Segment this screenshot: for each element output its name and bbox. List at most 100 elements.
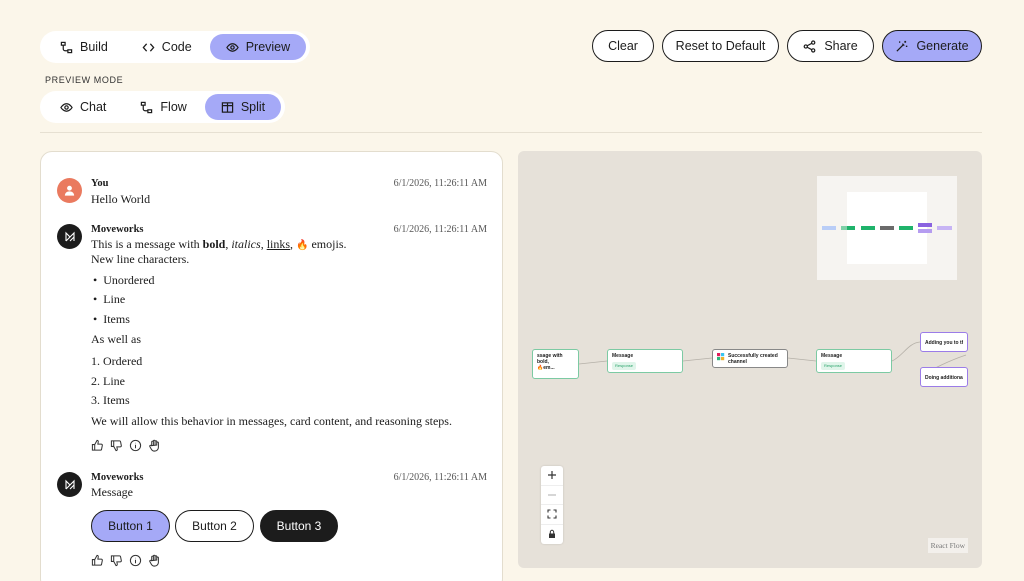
info-icon[interactable] [129,554,142,567]
thumbs-up-icon[interactable] [91,554,104,567]
header-divider [40,132,982,133]
lock-button[interactable] [541,525,563,545]
react-flow-attribution[interactable]: React Flow [927,538,968,553]
tab-code[interactable]: Code [126,34,208,60]
message-sender: Moveworks [91,224,144,235]
message-timestamp: 6/1/2026, 11:26:11 AM [393,472,487,483]
ordered-list-item: 1. Ordered [91,354,143,368]
tab-build[interactable]: Build [44,34,124,60]
unordered-list-item: • Items [93,312,130,326]
unordered-list-item: • Unordered [93,273,155,287]
hand-icon[interactable] [148,554,161,567]
zoom-in-button[interactable] [541,466,563,486]
reset-button-label: Reset to Default [675,39,766,53]
flow-node-title: Adding you to the li [925,340,963,346]
hand-icon[interactable] [148,439,161,452]
message-text: Hello World [91,192,151,206]
tab-flow[interactable]: Flow [124,94,202,120]
user-icon [64,185,75,196]
tab-chat[interactable]: Chat [44,94,122,120]
card-button-3[interactable]: Button 3 [260,510,338,542]
message-line-1: This is a message with bold, italics, li… [91,237,346,253]
message-sender: Moveworks [91,472,144,483]
flow-node-title: ssage with bold, [537,353,563,365]
thumbs-down-icon[interactable] [110,439,123,452]
chat-panel: You 6/1/2026, 11:26:11 AM Hello World Mo… [40,151,503,581]
moveworks-avatar [57,472,82,497]
generate-button-label: Generate [916,39,969,53]
flow-node[interactable]: ssage with bold, 🔥em... [532,349,579,379]
flow-node-subtitle: 🔥em... [537,365,555,371]
card-button-2[interactable]: Button 2 [175,510,254,542]
flow-node-title: Successfully created channel [728,353,778,365]
share-button-label: Share [824,39,858,53]
tab-chat-label: Chat [80,100,107,114]
card-button-1[interactable]: Button 1 [91,510,170,542]
text-segment: This is a message with [91,237,203,251]
preview-mode-label: PREVIEW MODE [45,75,124,85]
message-closing: We will allow this behavior in messages,… [91,414,452,428]
ordered-list-item: 2. Line [91,374,125,388]
italic-text: italics [231,237,261,251]
clear-button[interactable]: Clear [592,30,654,62]
tab-code-label: Code [161,40,192,54]
flow-node-title: Doing additional wo [925,375,963,381]
flow-node-title: Message [612,353,634,359]
flow-icon [141,101,153,113]
message-as-well: As well as [91,332,141,346]
flow-icon [60,41,73,53]
share-button[interactable]: Share [787,30,874,62]
message-line-2: New line characters. [91,252,190,266]
message-reactions [91,439,161,452]
clear-button-label: Clear [608,39,638,53]
slack-icon [717,353,725,361]
flow-node-tag: Response [612,362,637,370]
text-segment: emojis. [308,237,347,251]
tab-split-label: Split [240,100,266,114]
tab-split[interactable]: Split [204,94,282,120]
flow-controls [541,466,563,544]
message-timestamp: 6/1/2026, 11:26:11 AM [393,178,487,189]
thumbs-up-icon[interactable] [91,439,104,452]
unordered-list-item: • Line [93,292,126,306]
moveworks-logo-icon [64,479,75,489]
bold-text: bold [202,237,226,251]
reset-to-default-button[interactable]: Reset to Default [662,30,779,62]
info-icon[interactable] [129,439,142,452]
flow-node[interactable]: Message Response [816,349,892,373]
share-icon [803,39,816,53]
tab-preview-label: Preview [245,40,291,54]
magic-wand-icon [896,40,908,52]
view-tabs: Build Code Preview [40,31,311,63]
tab-flow-label: Flow [160,100,187,114]
flow-node[interactable]: Doing additional wo [920,367,968,387]
flow-node[interactable]: Message Response [607,349,683,373]
eye-icon [225,42,239,52]
ordered-list-item: 3. Items [91,393,130,407]
moveworks-logo-icon [64,231,75,241]
chat-message: Moveworks 6/1/2026, 11:26:11 AM This is … [57,224,487,454]
flow-node-tag: Response [821,362,846,370]
plus-icon [548,471,556,480]
flow-node[interactable]: Adding you to the li [920,332,968,352]
minus-icon [548,494,556,496]
generate-button[interactable]: Generate [882,30,982,62]
thumbs-down-icon[interactable] [110,554,123,567]
message-reactions [91,554,161,567]
flow-canvas[interactable]: ssage with bold, 🔥em... Message Response… [518,151,982,568]
user-avatar [57,178,82,203]
eye-icon [60,102,73,112]
tab-preview[interactable]: Preview [209,34,307,60]
message-sender: You [91,178,109,189]
split-icon [221,101,234,113]
mode-tabs: Chat Flow Split [40,91,286,123]
message-link[interactable]: links [267,237,290,251]
fit-view-button[interactable] [541,505,563,525]
message-timestamp: 6/1/2026, 11:26:11 AM [393,224,487,235]
zoom-out-button[interactable] [541,486,563,505]
flow-node[interactable]: Successfully created channel [712,349,788,368]
code-icon [142,42,155,52]
flow-node-title: Message [821,353,843,359]
tab-build-label: Build [80,40,108,54]
moveworks-avatar [57,224,82,249]
